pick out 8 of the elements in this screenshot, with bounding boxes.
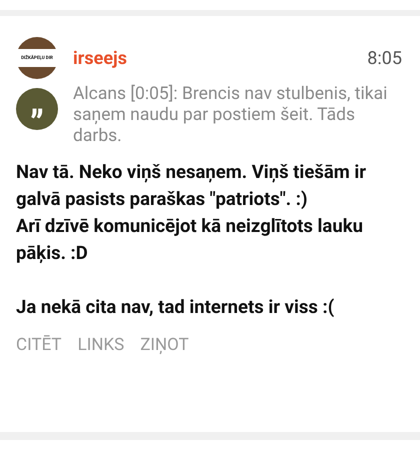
action-link[interactable]: ZIŅOT xyxy=(140,335,189,355)
comment-text: Nav tā. Neko viņš nesaņem. Viņš tiešām ir galvā pasists paraškas "patriots". :) Arī dzīvē komunicējot kā neizglītots lauku pāķis. :D Ja nekā cita nav, tad internets ir viss :( xyxy=(16,160,368,320)
action-link[interactable]: CITĒT xyxy=(16,335,62,355)
author-name[interactable]: irseejs xyxy=(73,48,368,68)
post-time: 8:05 xyxy=(367,48,402,68)
action-link[interactable]: LINKS xyxy=(78,335,124,355)
quoted-text: Alcans [0:05]: Brencis nav stulbenis, tikai saņem naudu par postiem šeit. Tāds darbs. xyxy=(73,84,388,147)
quote-icon: „ xyxy=(16,88,58,130)
